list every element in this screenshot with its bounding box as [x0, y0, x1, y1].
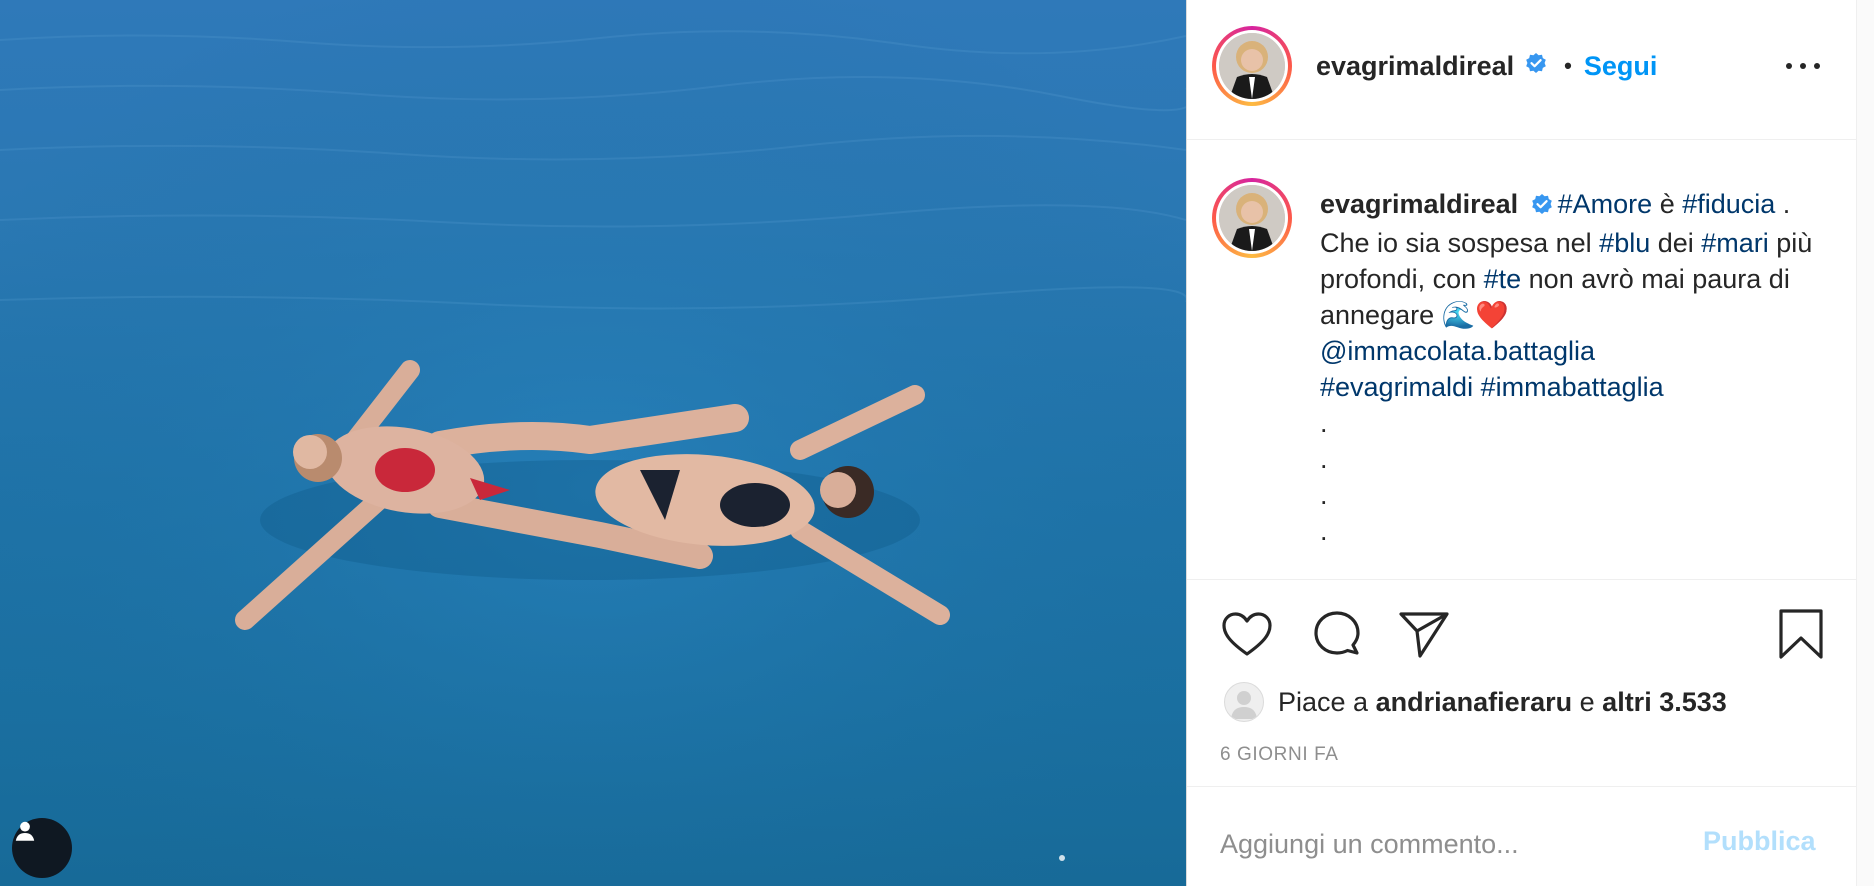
caption-dot: .: [1320, 480, 1328, 510]
tagged-people-button[interactable]: [12, 818, 72, 878]
hashtag-link[interactable]: #mari: [1701, 228, 1769, 258]
author-avatar[interactable]: [1212, 26, 1292, 106]
caption-divider: [1187, 579, 1856, 580]
follow-button[interactable]: Segui: [1584, 51, 1658, 82]
comment-input[interactable]: [1220, 820, 1670, 868]
avatar-image: [1219, 33, 1285, 99]
page-edge: [1856, 0, 1874, 886]
caption-dot: .: [1320, 516, 1328, 546]
user-icon: [1231, 691, 1257, 719]
likes-middle: e: [1572, 686, 1603, 717]
likes-count-link[interactable]: altri 3.533: [1602, 687, 1727, 718]
user-icon: [15, 821, 35, 841]
likes-summary: Piace a andrianafieraru e altri 3.533: [1224, 682, 1727, 722]
paper-plane-icon[interactable]: [1398, 610, 1450, 665]
bookmark-icon[interactable]: [1778, 608, 1824, 665]
comment-bubble-icon[interactable]: [1312, 610, 1362, 665]
publish-button[interactable]: Pubblica: [1703, 826, 1816, 857]
caption-username[interactable]: evagrimaldireal: [1320, 189, 1518, 219]
caption-text: dei: [1650, 228, 1702, 258]
caption-avatar[interactable]: [1212, 178, 1292, 258]
post-header: evagrimaldireal • Segui: [1316, 46, 1657, 86]
hashtag-link[interactable]: #blu: [1599, 228, 1650, 258]
heart-icon[interactable]: [1222, 612, 1272, 663]
post-timestamp[interactable]: 6 GIORNI FA: [1220, 744, 1339, 766]
liker-username[interactable]: andrianafieraru: [1376, 687, 1573, 718]
author-username[interactable]: evagrimaldireal: [1316, 51, 1514, 82]
more-options-icon[interactable]: [1786, 54, 1820, 78]
hashtag-link[interactable]: #immabattaglia: [1481, 372, 1664, 402]
post-photo[interactable]: [0, 0, 1186, 886]
verified-badge-icon: [1530, 189, 1554, 225]
post-caption: evagrimaldireal #Amore è #fiducia . Che …: [1320, 186, 1820, 549]
header-separator: •: [1564, 53, 1572, 78]
verified-badge-icon: [1524, 51, 1548, 82]
sea-photo-illustration: [0, 0, 1186, 886]
header-divider: [1187, 139, 1856, 140]
avatar-image: [1219, 185, 1285, 251]
comment-divider: [1187, 786, 1856, 787]
hashtag-link[interactable]: #Amore: [1558, 189, 1653, 219]
hashtag-link[interactable]: #fiducia: [1682, 189, 1775, 219]
caption-text: è: [1652, 189, 1683, 219]
caption-dot: .: [1320, 444, 1328, 474]
liker-avatar[interactable]: [1224, 682, 1264, 722]
likes-prefix: Piace a: [1278, 686, 1376, 717]
caption-dot: .: [1320, 408, 1328, 438]
hashtag-link[interactable]: #te: [1484, 264, 1522, 294]
hashtag-link[interactable]: #evagrimaldi: [1320, 372, 1473, 402]
mention-link[interactable]: @immacolata.battaglia: [1320, 336, 1595, 366]
